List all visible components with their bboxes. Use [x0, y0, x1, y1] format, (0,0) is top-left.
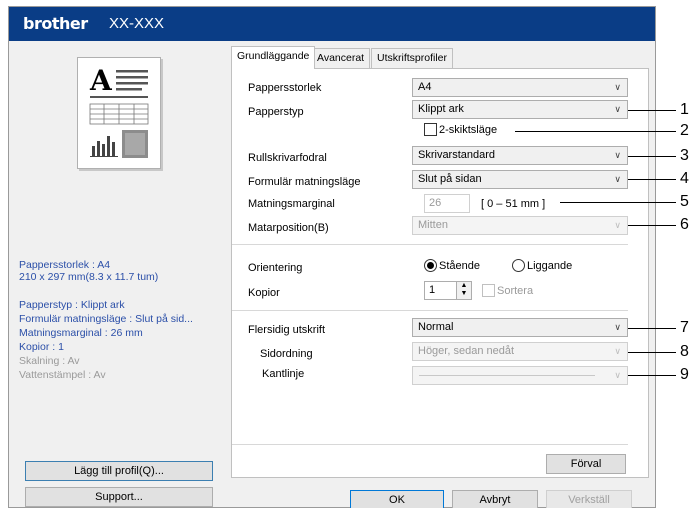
paper-type-select[interactable]: Klippt ark ∨ [412, 100, 628, 119]
title-bar: brother XX-XXX [9, 7, 655, 41]
callout-number: 2 [680, 122, 689, 139]
duplex-label: Flersidig utskrift [248, 324, 326, 336]
feed-mode-label: Formulär matningsläge [248, 176, 361, 188]
callout-number: 7 [680, 319, 689, 336]
window-title: XX-XXX [109, 15, 165, 32]
divider [232, 310, 628, 311]
summary-feed-margin: Matningsmarginal : 26 mm [19, 327, 143, 339]
chevron-down-icon: ∨ [614, 174, 621, 184]
copies-spinner[interactable]: ▲ ▼ [456, 282, 471, 299]
callout-number: 5 [680, 193, 689, 210]
add-profile-button[interactable]: Lägg till profil(Q)... [25, 461, 213, 481]
feed-mode-value: Slut på sidan [418, 173, 482, 185]
feed-position-value: Mitten [418, 219, 448, 231]
paper-size-label: Pappersstorlek [248, 82, 322, 94]
callout-number: 3 [680, 147, 689, 164]
callout-number: 6 [680, 216, 689, 233]
ok-button[interactable]: OK [350, 490, 444, 508]
landscape-radio[interactable] [512, 259, 525, 272]
cancel-button[interactable]: Avbryt [452, 490, 538, 508]
callout-line [515, 131, 676, 132]
chevron-down-icon: ∨ [614, 370, 621, 380]
summary-scaling: Skalning : Av [19, 355, 80, 367]
roll-holder-value: Skrivarstandard [418, 149, 496, 161]
callout-line [628, 375, 676, 376]
chevron-down-icon: ∨ [614, 322, 621, 332]
tab-basic[interactable]: Grundläggande [231, 46, 316, 69]
border-select[interactable]: ∨ [412, 366, 628, 385]
spin-down-icon: ▼ [460, 290, 468, 297]
feed-position-select[interactable]: Mitten ∨ [412, 216, 628, 235]
chevron-down-icon: ∨ [614, 220, 621, 230]
summary-feed-mode: Formulär matningsläge : Slut på sid... [19, 313, 193, 325]
divider [232, 444, 628, 445]
portrait-radio[interactable] [424, 259, 437, 272]
page-order-label: Sidordning [260, 348, 313, 360]
brand-logo: brother [23, 14, 88, 33]
support-button[interactable]: Support... [25, 487, 213, 507]
feed-margin-input[interactable]: 26 [424, 194, 470, 213]
page-preview-icon: A [89, 64, 149, 158]
callout-line [628, 328, 676, 329]
summary-paper-size: Pappersstorlek : A4 [19, 259, 111, 271]
tab-advanced[interactable]: Avancerat [311, 48, 371, 68]
spin-up-icon: ▲ [460, 282, 468, 289]
callout-number: 4 [680, 170, 689, 187]
callout-number: 8 [680, 343, 689, 360]
duplex-value: Normal [418, 321, 454, 333]
paper-size-select[interactable]: A4 ∨ [412, 78, 628, 97]
chevron-down-icon: ∨ [614, 82, 621, 92]
settings-summary-panel: A Pappersstorlek: A4 210 x 297 mm(8.3 x… [9, 41, 225, 507]
callout-number: 9 [680, 366, 689, 383]
duplex-select[interactable]: Normal ∨ [412, 318, 628, 337]
paper-type-label: Papperstyp [248, 106, 304, 118]
page-preview: A [77, 57, 161, 169]
roll-holder-label: Rullskrivarfodral [248, 152, 327, 164]
feed-margin-label: Matningsmarginal [248, 198, 335, 210]
roll-holder-select[interactable]: Skrivarstandard ∨ [412, 146, 628, 165]
callout-line [628, 110, 676, 111]
collate-checkbox[interactable] [482, 284, 495, 297]
defaults-button[interactable]: Förval [546, 454, 626, 474]
callout-line [560, 202, 676, 203]
callout-line [628, 225, 676, 226]
page-order-value: Höger, sedan nedåt [418, 345, 515, 357]
summary-paper-type: Papperstyp : Klippt ark [19, 299, 125, 311]
border-line-preview [419, 375, 595, 376]
summary-paper-dims: 210 x 297 mm(8.3 x 11.7 tum) [19, 271, 159, 283]
paper-type-value: Klippt ark [418, 103, 464, 115]
page-order-select[interactable]: Höger, sedan nedåt ∨ [412, 342, 628, 361]
feed-position-label: Matarposition(B) [248, 222, 329, 234]
feed-mode-select[interactable]: Slut på sidan ∨ [412, 170, 628, 189]
callout-line [628, 179, 676, 180]
landscape-label: Liggande [527, 260, 573, 272]
feed-margin-range: [ 0 – 51 mm ] [481, 198, 546, 210]
callout-line [628, 352, 676, 353]
summary-copies: Kopior : 1 [19, 341, 64, 353]
paper-size-value: A4 [418, 81, 432, 93]
chevron-down-icon: ∨ [614, 150, 621, 160]
two-layer-label: 2-skiktsläge [439, 124, 498, 136]
collate-label: Sortera [497, 285, 534, 297]
copies-label: Kopior [248, 287, 280, 299]
tab-print-profiles[interactable]: Utskriftsprofiler [371, 48, 454, 68]
two-layer-checkbox[interactable] [424, 123, 437, 136]
svg-text:A: A [89, 64, 113, 97]
divider [232, 244, 628, 245]
callout-line [628, 156, 676, 157]
border-label: Kantlinje [262, 368, 305, 380]
summary-watermark: Vattenstämpel : Av [19, 369, 106, 381]
orientation-label: Orientering [248, 262, 303, 274]
portrait-label: Stående [439, 260, 480, 272]
chevron-down-icon: ∨ [614, 346, 621, 356]
chevron-down-icon: ∨ [614, 104, 621, 114]
callout-number: 1 [680, 101, 689, 118]
apply-button[interactable]: Verkställ [546, 490, 632, 508]
